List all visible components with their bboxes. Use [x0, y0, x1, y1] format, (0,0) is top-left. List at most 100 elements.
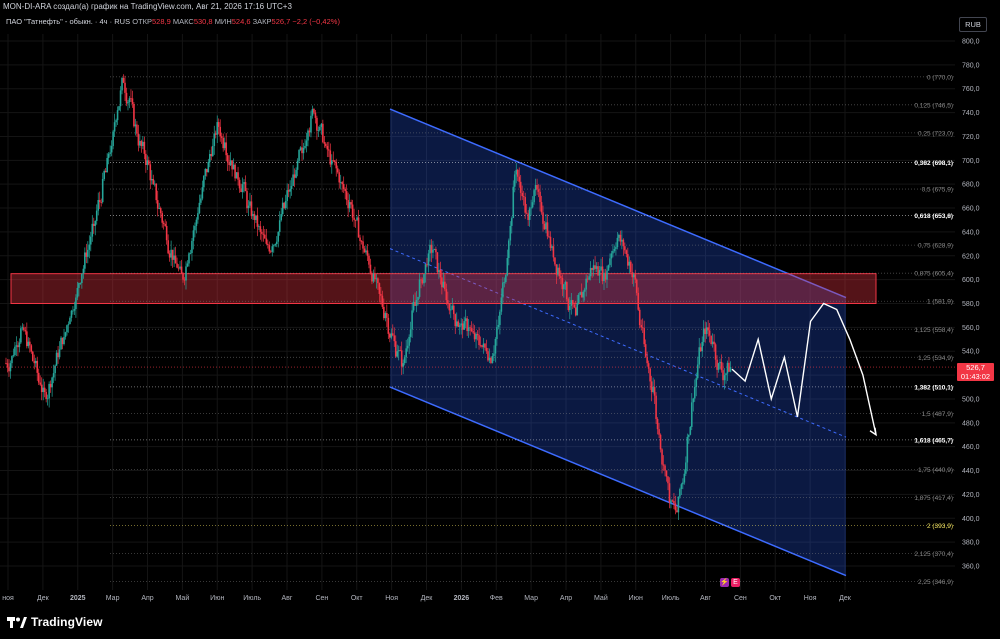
price-chart[interactable]: 0 (770,0) 0,125 (746,5) 0,25 (723,0) 0,382 … — [0, 0, 1000, 608]
candle-body — [449, 309, 452, 311]
candle-body — [323, 142, 326, 144]
price-axis-label: 500,0 — [962, 396, 980, 403]
candle-body — [253, 214, 256, 220]
price-axis-label: 540,0 — [962, 349, 980, 356]
candle-body — [586, 278, 589, 280]
candle-body — [664, 465, 666, 471]
price-axis-label: 680,0 — [962, 182, 980, 189]
candle-body — [570, 300, 573, 306]
candle-body — [217, 122, 220, 127]
candle-body — [170, 249, 172, 258]
candle-body — [159, 208, 162, 214]
candle-body — [18, 342, 21, 348]
candle-body — [45, 392, 47, 399]
candle-body — [418, 279, 421, 297]
candle-body — [505, 275, 507, 283]
candle-body — [246, 191, 248, 209]
candle-body — [676, 510, 678, 513]
candle-body — [558, 267, 561, 277]
candle-body — [579, 292, 582, 295]
candle-body — [688, 434, 690, 437]
candle-body — [101, 178, 104, 203]
candle-body — [210, 154, 213, 157]
candle-body — [225, 142, 227, 156]
candle-body — [146, 160, 149, 165]
candle-body — [264, 234, 266, 239]
candle-body — [500, 297, 503, 312]
candle-body — [631, 272, 634, 278]
candle-body — [209, 154, 211, 162]
candle-body — [255, 215, 257, 220]
fib-level-label: 1 (581,9) — [927, 299, 953, 306]
candle-body — [290, 185, 293, 189]
candle-body — [82, 268, 85, 274]
candle-body — [342, 184, 345, 189]
candle-body — [89, 236, 92, 245]
tradingview-logo[interactable]: TradingView — [7, 615, 103, 629]
candle-body — [34, 360, 37, 364]
candle-body — [314, 112, 317, 118]
candle-body — [21, 327, 24, 329]
candle-body — [332, 160, 335, 162]
candle-body — [394, 341, 397, 357]
candle-body — [708, 330, 711, 336]
candle-body — [377, 278, 379, 284]
fib-level-label: 0,875 (605,4) — [914, 271, 953, 278]
fib-level-label: 0,25 (723,0) — [918, 130, 953, 137]
candle-body — [554, 257, 556, 265]
candle-body — [104, 170, 107, 173]
candle-body — [247, 205, 250, 209]
candle-body — [621, 239, 623, 242]
candle-body — [235, 172, 238, 179]
candle-body — [463, 321, 465, 330]
candle-body — [655, 395, 657, 419]
time-axis-label: Мар — [106, 595, 120, 602]
candle-body — [390, 333, 393, 338]
candle-body — [325, 143, 327, 146]
candle-body — [354, 219, 357, 221]
candle-body — [375, 278, 378, 280]
candle-body — [475, 333, 477, 340]
time-axis-label: 2026 — [454, 595, 470, 602]
candle-body — [75, 297, 77, 310]
time-axis-label: Июль — [662, 595, 680, 602]
candle-body — [359, 237, 361, 241]
candle-body — [698, 347, 701, 365]
candle-body — [350, 202, 352, 205]
candle-body — [272, 245, 275, 247]
candle-body — [531, 202, 534, 208]
candle-body — [457, 321, 460, 327]
candle-body — [442, 281, 445, 288]
candle-body — [481, 345, 483, 348]
candle-body — [61, 337, 64, 345]
candle-body — [103, 170, 105, 179]
candle-body — [313, 108, 315, 113]
candle-body — [519, 181, 522, 193]
candle-body — [259, 226, 262, 232]
candle-body — [588, 276, 590, 280]
earnings-event-icon[interactable]: E — [731, 578, 740, 587]
brand-name: TradingView — [31, 615, 103, 629]
candle-body — [344, 188, 346, 192]
candle-body — [432, 249, 434, 253]
candle-body — [145, 153, 147, 165]
candle-body — [320, 123, 323, 127]
candle-body — [115, 120, 117, 123]
candle-body — [95, 210, 98, 221]
candle-body — [164, 223, 166, 226]
candle-body — [551, 246, 553, 248]
candle-body — [650, 381, 653, 393]
candle-body — [485, 347, 488, 352]
candle-body — [92, 223, 95, 226]
candle-body — [338, 172, 341, 183]
lightning-event-icon[interactable]: ⚡ — [720, 578, 729, 587]
candle-body — [414, 301, 416, 306]
currency-button[interactable]: RUB — [959, 17, 987, 32]
candle-body — [366, 250, 369, 256]
candle-body — [107, 153, 110, 159]
candle-body — [269, 251, 272, 253]
candle-body — [91, 223, 94, 237]
candle-body — [69, 317, 71, 325]
candle-body — [400, 350, 403, 367]
candle-body — [52, 373, 55, 378]
